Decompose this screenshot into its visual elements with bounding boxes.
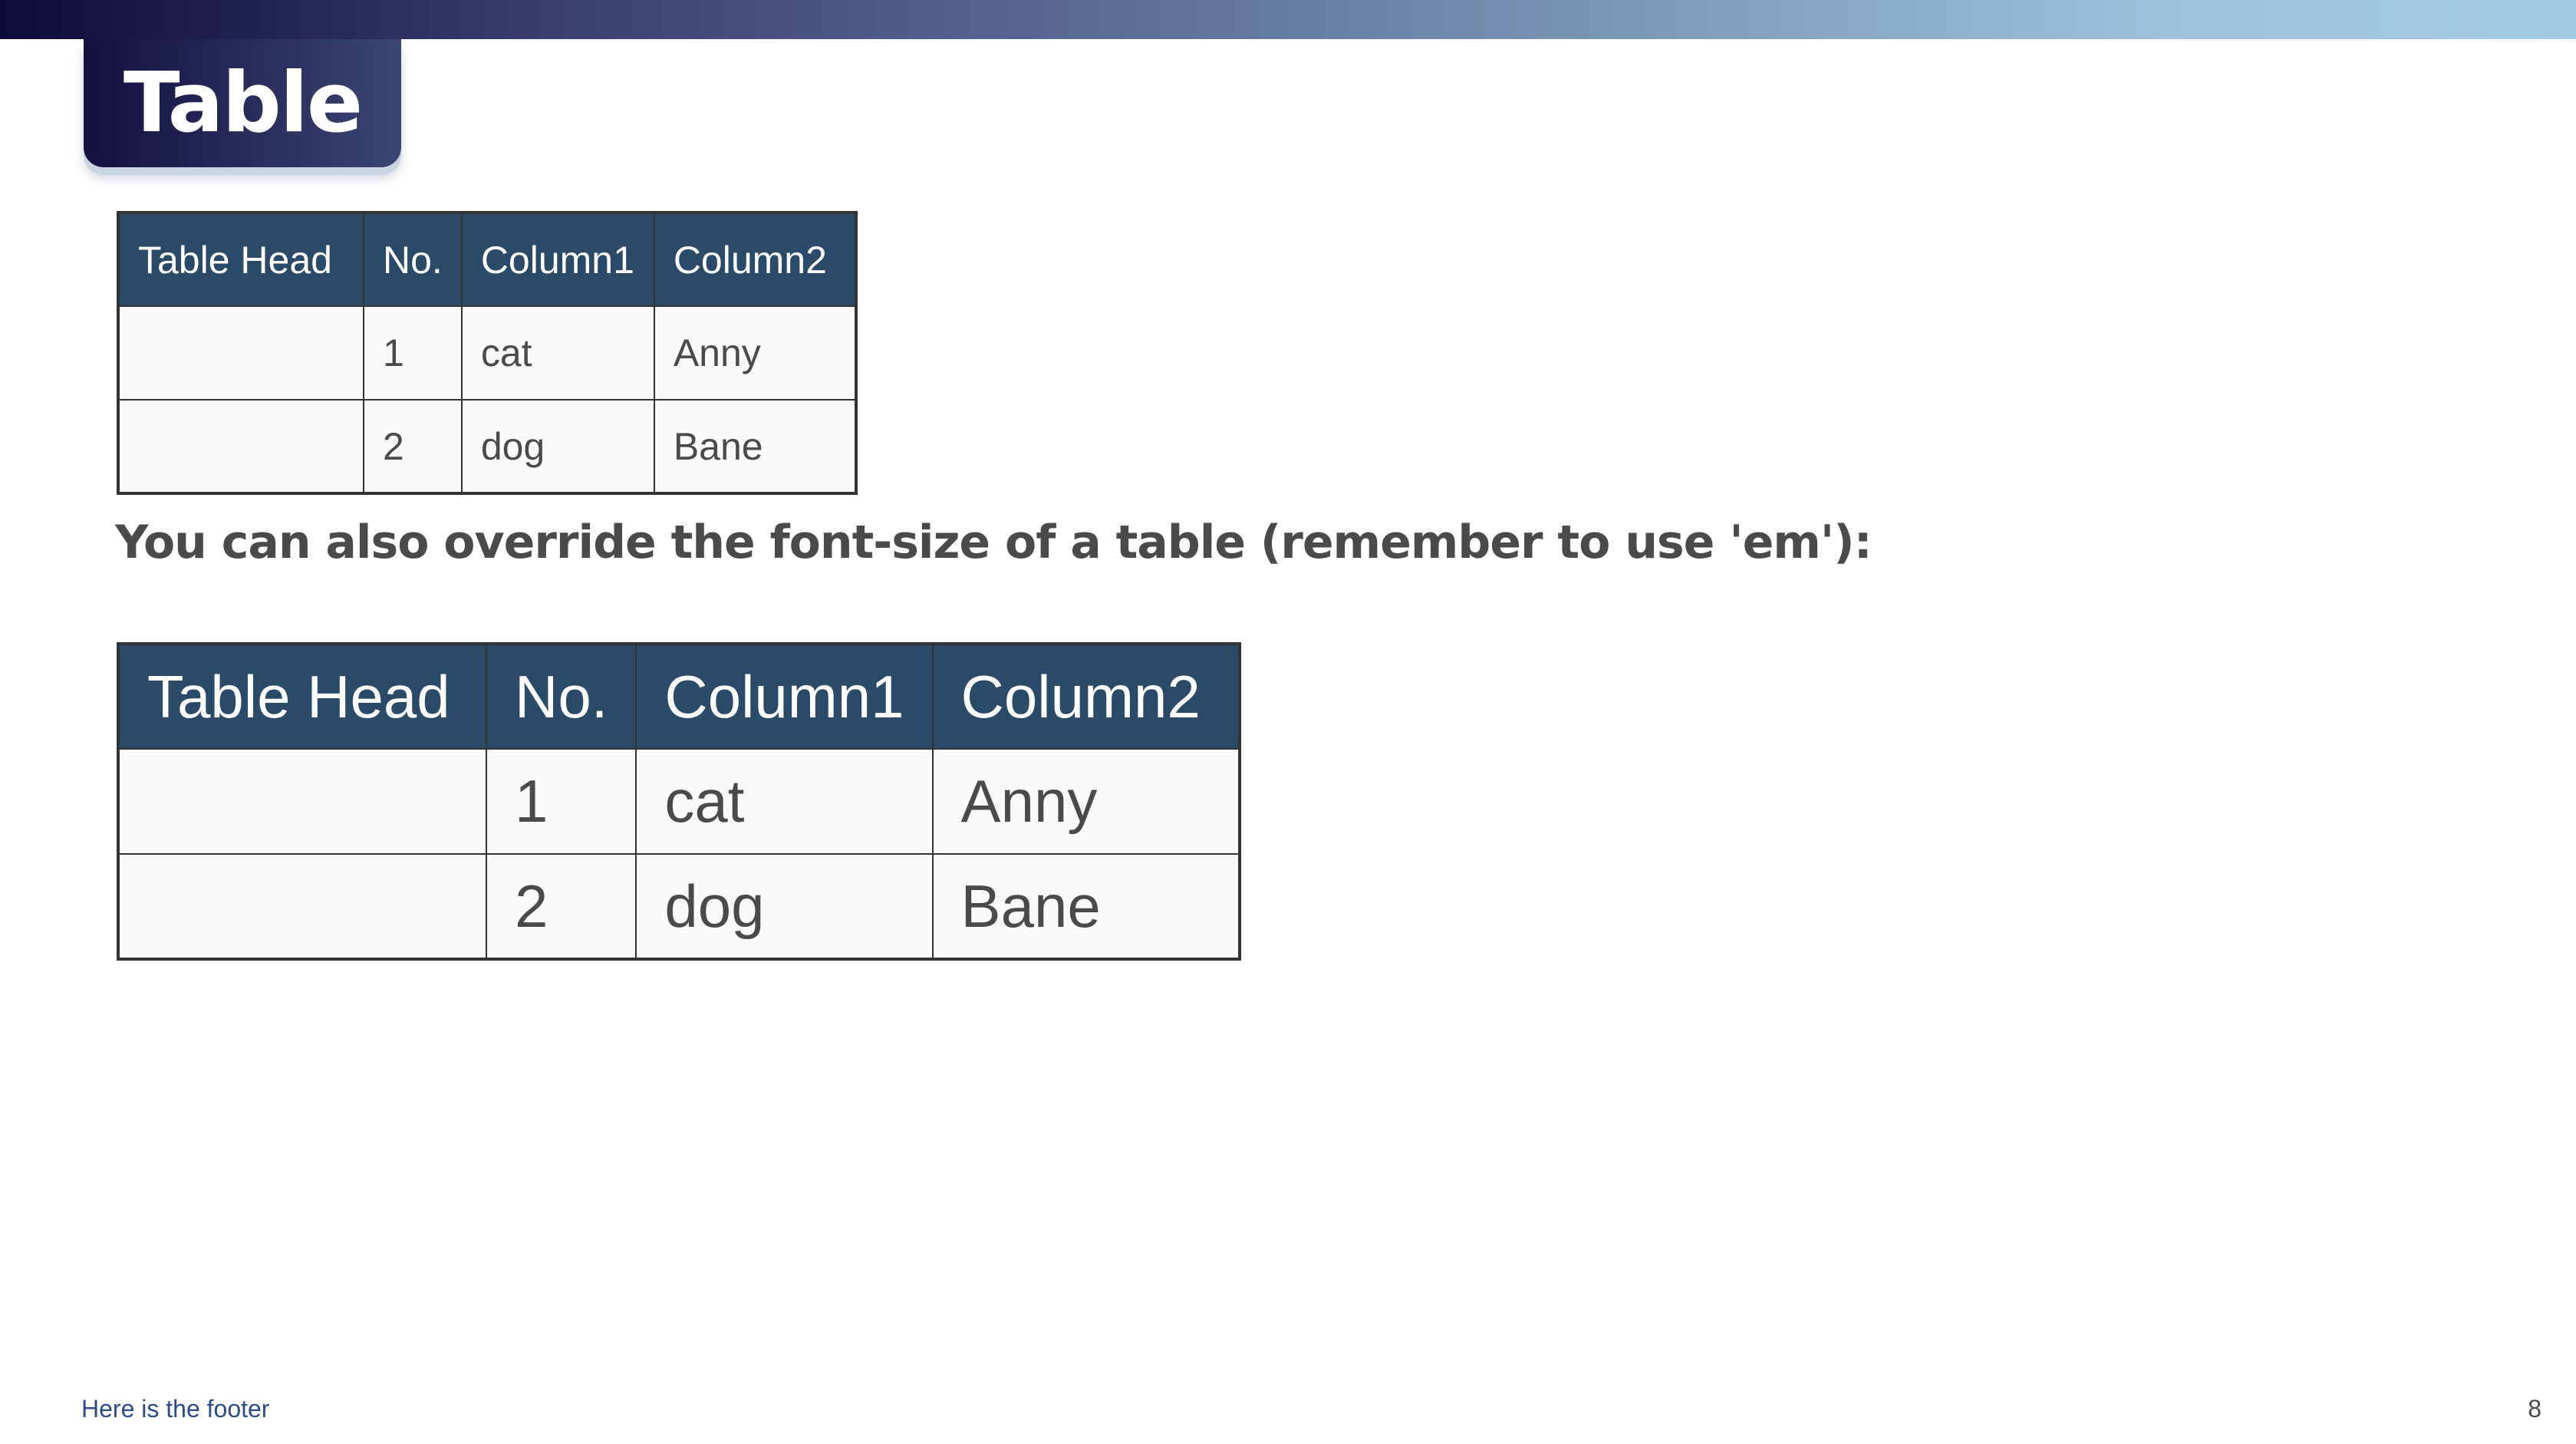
table-cell (117, 748, 487, 855)
table-cell: Bane (653, 399, 857, 494)
top-gradient-bar (0, 0, 2576, 39)
table-cell: dog (460, 399, 655, 494)
table-header-cell: No. (485, 643, 637, 750)
font-size-note: You can also override the font-size of a… (115, 516, 1873, 569)
table-cell (117, 853, 487, 960)
title-tab: Table (84, 39, 401, 167)
table-cell (117, 305, 364, 401)
table-header-cell: Column2 (653, 212, 857, 307)
table-small: Table Head No. Column1 Column2 1 cat Ann… (117, 211, 858, 495)
table-cell: Anny (653, 305, 857, 401)
table-header-cell: Table Head (117, 643, 487, 750)
table-cell: dog (635, 853, 934, 960)
table-cell: 1 (485, 748, 637, 855)
page-number: 8 (2528, 1395, 2541, 1423)
table-row: 1 cat Anny (117, 748, 1240, 855)
table-header-cell: Table Head (117, 212, 364, 307)
table-row: 2 dog Bane (117, 853, 1240, 960)
table-header-row: Table Head No. Column1 Column2 (117, 643, 1240, 750)
table-header-cell: No. (363, 212, 463, 307)
table-large: Table Head No. Column1 Column2 1 cat Ann… (117, 642, 1241, 961)
table-header-cell: Column1 (460, 212, 655, 307)
table-header-cell: Column2 (931, 643, 1240, 750)
slide-title: Table (123, 55, 363, 151)
table-cell: 1 (363, 305, 463, 401)
table-row: 1 cat Anny (117, 305, 857, 401)
footer-text: Here is the footer (81, 1395, 270, 1423)
table-cell (117, 399, 364, 494)
table-row: 2 dog Bane (117, 399, 857, 494)
table-cell: Anny (931, 748, 1240, 855)
table-cell: Bane (931, 853, 1240, 960)
table-cell: cat (635, 748, 934, 855)
table-cell: 2 (363, 399, 463, 494)
table-cell: 2 (485, 853, 637, 960)
table-cell: cat (460, 305, 655, 401)
table-header-row: Table Head No. Column1 Column2 (117, 212, 857, 307)
table-header-cell: Column1 (635, 643, 934, 750)
